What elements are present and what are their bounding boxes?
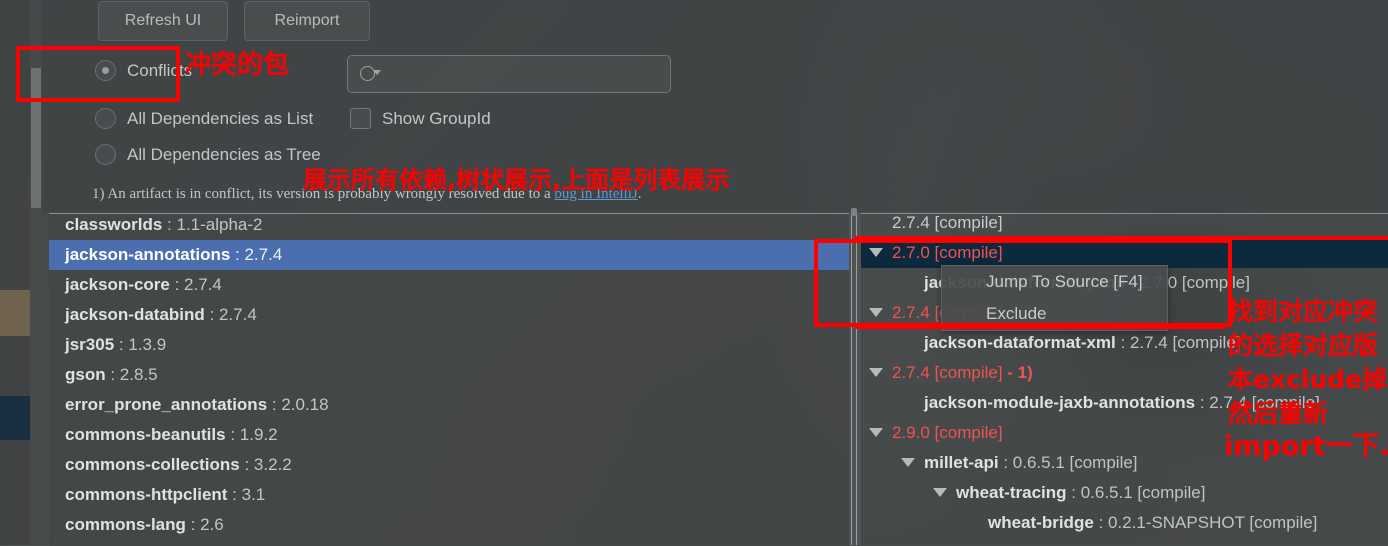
annotation-tree-note: 展示所有依赖,树状展示,上面是列表展示 [303, 166, 730, 194]
reimport-button[interactable]: Reimport [244, 1, 370, 41]
dependency-name: jackson-core [65, 275, 170, 294]
dependency-version: : 2.7.4 [204, 305, 257, 324]
tree-conflict-version-label: 2.7.4 [compile] [892, 363, 1003, 382]
tree-conflict-version-label: 2.9.0 [compile] [892, 423, 1003, 442]
annotation-conflicts-note: 冲突的包 [185, 50, 290, 80]
dependency-list-item[interactable]: commons-beanutils : 1.9.2 [49, 420, 849, 450]
dependency-tree-row[interactable]: 2.7.4 [compile] [861, 213, 1388, 238]
annotation-box-conflicts [16, 46, 180, 102]
dependency-version: : 1.3.9 [114, 335, 167, 354]
checkbox-show-groupid-label: Show GroupId [382, 108, 491, 128]
dependency-name: gson [65, 365, 106, 384]
checkbox-show-groupid[interactable]: Show GroupId [350, 108, 491, 129]
dependency-list-item[interactable]: jackson-annotations : 2.7.4 [49, 240, 849, 270]
strip-marker-navy [0, 396, 30, 440]
divider-grip[interactable] [851, 208, 857, 216]
tree-expand-arrow-icon[interactable] [901, 458, 915, 468]
dependency-version: : 2.7.4 [169, 275, 222, 294]
checkbox-show-groupid-indicator[interactable] [350, 108, 371, 129]
dependency-version: : 2.8.5 [105, 365, 158, 384]
dependency-name: jackson-databind [65, 305, 205, 324]
dependency-list-item[interactable]: commons-httpclient : 3.1 [49, 480, 849, 510]
annotation-right-line-3: 本exclude掉, [1228, 365, 1388, 394]
dependency-list: classworlds : 1.1-alpha-2 jackson-annotat… [49, 214, 849, 540]
tree-conflict-marker: - 1) [1002, 363, 1033, 382]
tree-expand-arrow-icon[interactable] [869, 428, 883, 438]
tree-artifact-version: : 2.7.4 [compile] [1115, 333, 1241, 352]
tree-version-label: 2.7.4 [compile] [892, 213, 1003, 232]
dependency-list-item[interactable]: gson : 2.8.5 [49, 360, 849, 390]
dependency-tree-row[interactable]: wheat-tracing : 0.6.5.1 [compile] [861, 478, 1388, 508]
chevron-down-icon [373, 70, 381, 75]
tree-expand-arrow-icon[interactable] [933, 488, 947, 498]
refresh-ui-label: Refresh UI [124, 12, 202, 29]
tree-artifact-version: : 0.6.5.1 [compile] [998, 453, 1138, 472]
radio-all-dependencies-as-list-label: All Dependencies as List [127, 108, 314, 128]
annotation-right-line-2: 的选择对应版 [1228, 331, 1379, 360]
dependency-tree-row[interactable]: wheat-bridge : 0.2.1-SNAPSHOT [compile] [861, 508, 1388, 538]
tree-artifact-name: millet-api [924, 453, 999, 472]
tree-artifact-name: jackson-module-jaxb-annotations [924, 393, 1196, 412]
tree-artifact-name: jackson-dataformat-xml [924, 333, 1116, 352]
radio-all-dependencies-as-tree[interactable]: All Dependencies as Tree [95, 144, 321, 165]
reimport-label: Reimport [274, 12, 340, 29]
refresh-ui-button[interactable]: Refresh UI [98, 1, 228, 41]
search-input[interactable] [380, 64, 670, 84]
dependency-version: : 3.1 [227, 485, 266, 504]
dependency-list-item[interactable]: jsr305 : 1.3.9 [49, 330, 849, 360]
dependency-name: commons-httpclient [65, 485, 228, 504]
dependency-list-item[interactable]: error_prone_annotations : 2.0.18 [49, 390, 849, 420]
dependency-name: commons-collections [65, 455, 240, 474]
search-icon[interactable] [360, 66, 381, 82]
dependency-name: jsr305 [65, 335, 115, 354]
annotation-line-top [855, 236, 1388, 240]
tree-expand-arrow-icon[interactable] [869, 368, 883, 378]
dependency-name: classworlds [65, 215, 163, 234]
annotation-right-line-5: import一下... [1224, 431, 1388, 462]
strip-marker-tan [0, 290, 30, 336]
dependency-version: : 1.1-alpha-2 [162, 215, 263, 234]
annotation-right-line-1: 找到对应冲突 [1228, 297, 1379, 326]
dependency-list-item[interactable]: classworlds : 1.1-alpha-2 [49, 214, 849, 240]
dependency-name: jackson-annotations [65, 245, 231, 264]
dependency-version: : 2.7.4 [230, 245, 283, 264]
dependency-name: commons-lang [65, 515, 186, 534]
radio-all-dependencies-as-tree-label: All Dependencies as Tree [127, 144, 321, 164]
dependency-name: error_prone_annotations [65, 395, 268, 414]
dependency-version: : 2.0.18 [267, 395, 329, 414]
dependency-list-item[interactable]: jackson-core : 2.7.4 [49, 270, 849, 300]
search-field[interactable] [347, 55, 671, 93]
dependency-name: commons-beanutils [65, 425, 226, 444]
dependency-version: : 1.9.2 [225, 425, 278, 444]
annotation-line-bottom [855, 325, 1225, 329]
dependency-list-item[interactable]: commons-collections : 3.2.2 [49, 450, 849, 480]
annotation-box-tree-rows [814, 239, 1232, 327]
tree-artifact-version: : 0.2.1-SNAPSHOT [compile] [1093, 513, 1318, 532]
radio-all-dependencies-as-tree-indicator[interactable] [95, 144, 116, 165]
dependency-version: : 2.6 [185, 515, 224, 534]
tree-artifact-name: wheat-tracing [956, 483, 1067, 502]
dependency-list-item[interactable]: commons-lang : 2.6 [49, 510, 849, 540]
tree-artifact-name: wheat-bridge [988, 513, 1094, 532]
dependency-list-item[interactable]: jackson-databind : 2.7.4 [49, 300, 849, 330]
dependency-list-panel[interactable]: classworlds : 1.1-alpha-2 jackson-annotat… [49, 213, 849, 546]
radio-all-dependencies-as-list[interactable]: All Dependencies as List [95, 108, 313, 129]
tree-artifact-version: : 0.6.5.1 [compile] [1066, 483, 1206, 502]
dependency-version: : 3.2.2 [239, 455, 292, 474]
radio-all-dependencies-as-list-indicator[interactable] [95, 108, 116, 129]
